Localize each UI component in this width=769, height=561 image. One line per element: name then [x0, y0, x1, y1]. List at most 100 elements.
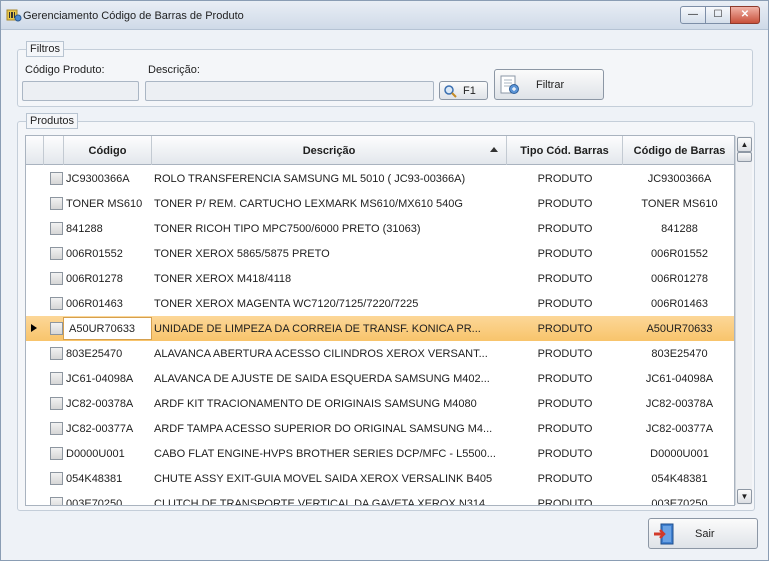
- cell-codigo[interactable]: 003E70250: [66, 491, 152, 506]
- cell-tipo[interactable]: PRODUTO: [507, 241, 623, 266]
- cell-descricao[interactable]: TONER XEROX MAGENTA WC7120/7125/7220/722…: [154, 291, 504, 316]
- cell-descricao[interactable]: ALAVANCA ABERTURA ACESSO CILINDROS XEROX…: [154, 341, 504, 366]
- cell-codigo[interactable]: 006R01463: [66, 291, 152, 316]
- cell-tipo[interactable]: PRODUTO: [507, 316, 623, 341]
- cell-barras[interactable]: TONER MS610: [623, 191, 734, 216]
- cell-codigo[interactable]: JC82-00378A: [66, 391, 152, 416]
- cell-descricao[interactable]: UNIDADE DE LIMPEZA DA CORREIA DE TRANSF.…: [154, 316, 504, 341]
- cell-tipo[interactable]: PRODUTO: [507, 166, 623, 191]
- cell-codigo[interactable]: 054K48381: [66, 466, 152, 491]
- cell-tipo[interactable]: PRODUTO: [507, 466, 623, 491]
- cell-barras[interactable]: 054K48381: [623, 466, 734, 491]
- cell-codigo[interactable]: TONER MS610: [66, 191, 152, 216]
- cell-barras[interactable]: 803E25470: [623, 341, 734, 366]
- maximize-button[interactable]: ☐: [705, 6, 731, 24]
- cell-tipo[interactable]: PRODUTO: [507, 191, 623, 216]
- table-row[interactable]: D0000U001 CABO FLAT ENGINE-HVPS BROTHER S…: [26, 441, 734, 466]
- scroll-thumb[interactable]: [737, 152, 752, 162]
- descricao-input[interactable]: [145, 81, 434, 101]
- cell-codigo[interactable]: 803E25470: [66, 341, 152, 366]
- cell-descricao[interactable]: ALAVANCA DE AJUSTE DE SAIDA ESQUERDA SAM…: [154, 366, 504, 391]
- cell-descricao[interactable]: ARDF TAMPA ACESSO SUPERIOR DO ORIGINAL S…: [154, 416, 504, 441]
- cell-tipo[interactable]: PRODUTO: [507, 391, 623, 416]
- table-row[interactable]: JC82-00377A ARDF TAMPA ACESSO SUPERIOR DO…: [26, 416, 734, 441]
- cell-codigo[interactable]: JC82-00377A: [66, 416, 152, 441]
- table-row[interactable]: TONER MS610 TONER P/ REM. CARTUCHO LEXMAR…: [26, 191, 734, 216]
- cell-codigo[interactable]: 841288: [66, 216, 152, 241]
- cell-descricao[interactable]: TONER P/ REM. CARTUCHO LEXMARK MS610/MX6…: [154, 191, 504, 216]
- cell-tipo[interactable]: PRODUTO: [507, 441, 623, 466]
- table-row[interactable]: 054K48381 CHUTE ASSY EXIT-GUIA MOVEL SAID…: [26, 466, 734, 491]
- close-button[interactable]: ✕: [730, 6, 760, 24]
- minimize-button[interactable]: —: [680, 6, 706, 24]
- row-checkbox[interactable]: [50, 172, 63, 185]
- row-checkbox[interactable]: [50, 247, 63, 260]
- row-checkbox[interactable]: [50, 347, 63, 360]
- vertical-scrollbar[interactable]: ▲ ▼: [735, 136, 752, 505]
- scroll-down-button[interactable]: ▼: [737, 489, 752, 504]
- cell-descricao[interactable]: CHUTE ASSY EXIT-GUIA MOVEL SAIDA XEROX V…: [154, 466, 504, 491]
- row-checkbox[interactable]: [50, 472, 63, 485]
- cell-barras[interactable]: D0000U001: [623, 441, 734, 466]
- cell-descricao[interactable]: CLUTCH DE TRANSPORTE VERTICAL DA GAVETA …: [154, 491, 504, 506]
- cell-descricao[interactable]: TONER XEROX M418/4118: [154, 266, 504, 291]
- cell-codigo[interactable]: 006R01278: [66, 266, 152, 291]
- cell-tipo[interactable]: PRODUTO: [507, 341, 623, 366]
- filtrar-button[interactable]: Filtrar: [494, 69, 604, 100]
- row-checkbox[interactable]: [50, 222, 63, 235]
- row-checkbox[interactable]: [50, 272, 63, 285]
- cell-codigo[interactable]: D0000U001: [66, 441, 152, 466]
- cell-tipo[interactable]: PRODUTO: [507, 366, 623, 391]
- cell-descricao[interactable]: TONER RICOH TIPO MPC7500/6000 PRETO (310…: [154, 216, 504, 241]
- cell-barras[interactable]: JC9300366A: [623, 166, 734, 191]
- table-row[interactable]: JC9300366A ROLO TRANSFERENCIA SAMSUNG ML …: [26, 166, 734, 191]
- row-checkbox[interactable]: [50, 372, 63, 385]
- table-row[interactable]: JC61-04098A ALAVANCA DE AJUSTE DE SAIDA E…: [26, 366, 734, 391]
- cell-codigo[interactable]: JC61-04098A: [66, 366, 152, 391]
- row-checkbox[interactable]: [50, 297, 63, 310]
- cell-descricao[interactable]: ROLO TRANSFERENCIA SAMSUNG ML 5010 ( JC9…: [154, 166, 504, 191]
- row-checkbox[interactable]: [50, 197, 63, 210]
- cell-barras[interactable]: 006R01278: [623, 266, 734, 291]
- produtos-grid[interactable]: Código Descrição Tipo Cód. Barras Código…: [25, 135, 735, 506]
- select-all-header[interactable]: [44, 136, 64, 165]
- row-checkbox[interactable]: [50, 447, 63, 460]
- row-checkbox[interactable]: [50, 322, 63, 335]
- cell-barras[interactable]: 006R01552: [623, 241, 734, 266]
- row-checkbox[interactable]: [50, 397, 63, 410]
- row-checkbox[interactable]: [50, 422, 63, 435]
- cell-descricao[interactable]: TONER XEROX 5865/5875 PRETO: [154, 241, 504, 266]
- cell-descricao[interactable]: CABO FLAT ENGINE-HVPS BROTHER SERIES DCP…: [154, 441, 504, 466]
- row-checkbox[interactable]: [50, 497, 63, 505]
- cell-codigo[interactable]: A50UR70633: [69, 316, 155, 341]
- table-row[interactable]: 006R01278 TONER XEROX M418/4118 PRODUTO 006…: [26, 266, 734, 291]
- cell-barras[interactable]: JC61-04098A: [623, 366, 734, 391]
- column-header-codigo[interactable]: Código: [64, 136, 152, 165]
- table-row[interactable]: JC82-00378A ARDF KIT TRACIONAMENTO DE ORI…: [26, 391, 734, 416]
- table-row[interactable]: 003E70250 CLUTCH DE TRANSPORTE VERTICAL D…: [26, 491, 734, 506]
- table-row[interactable]: A50UR70633 UNIDADE DE LIMPEZA DA CORREIA …: [26, 316, 734, 341]
- cell-barras[interactable]: JC82-00377A: [623, 416, 734, 441]
- cell-descricao[interactable]: ARDF KIT TRACIONAMENTO DE ORIGINAIS SAMS…: [154, 391, 504, 416]
- table-row[interactable]: 841288 TONER RICOH TIPO MPC7500/6000 PRET…: [26, 216, 734, 241]
- table-row[interactable]: 803E25470 ALAVANCA ABERTURA ACESSO CILIND…: [26, 341, 734, 366]
- cell-tipo[interactable]: PRODUTO: [507, 491, 623, 506]
- cell-barras[interactable]: 003E70250: [623, 491, 734, 506]
- cell-barras[interactable]: JC82-00378A: [623, 391, 734, 416]
- cell-barras[interactable]: A50UR70633: [623, 316, 734, 341]
- cell-codigo[interactable]: 006R01552: [66, 241, 152, 266]
- sair-button[interactable]: Sair: [648, 518, 758, 549]
- scroll-up-button[interactable]: ▲: [737, 137, 752, 152]
- cell-tipo[interactable]: PRODUTO: [507, 416, 623, 441]
- cell-tipo[interactable]: PRODUTO: [507, 266, 623, 291]
- codigo-produto-input[interactable]: [22, 81, 139, 101]
- cell-barras[interactable]: 006R01463: [623, 291, 734, 316]
- cell-codigo[interactable]: JC9300366A: [66, 166, 152, 191]
- column-header-tipo[interactable]: Tipo Cód. Barras: [507, 136, 623, 165]
- column-header-codigo-barras[interactable]: Código de Barras: [623, 136, 734, 165]
- cell-tipo[interactable]: PRODUTO: [507, 216, 623, 241]
- f1-search-button[interactable]: F1: [439, 81, 488, 100]
- column-header-descricao[interactable]: Descrição: [152, 136, 507, 165]
- cell-barras[interactable]: 841288: [623, 216, 734, 241]
- table-row[interactable]: 006R01552 TONER XEROX 5865/5875 PRETO PROD…: [26, 241, 734, 266]
